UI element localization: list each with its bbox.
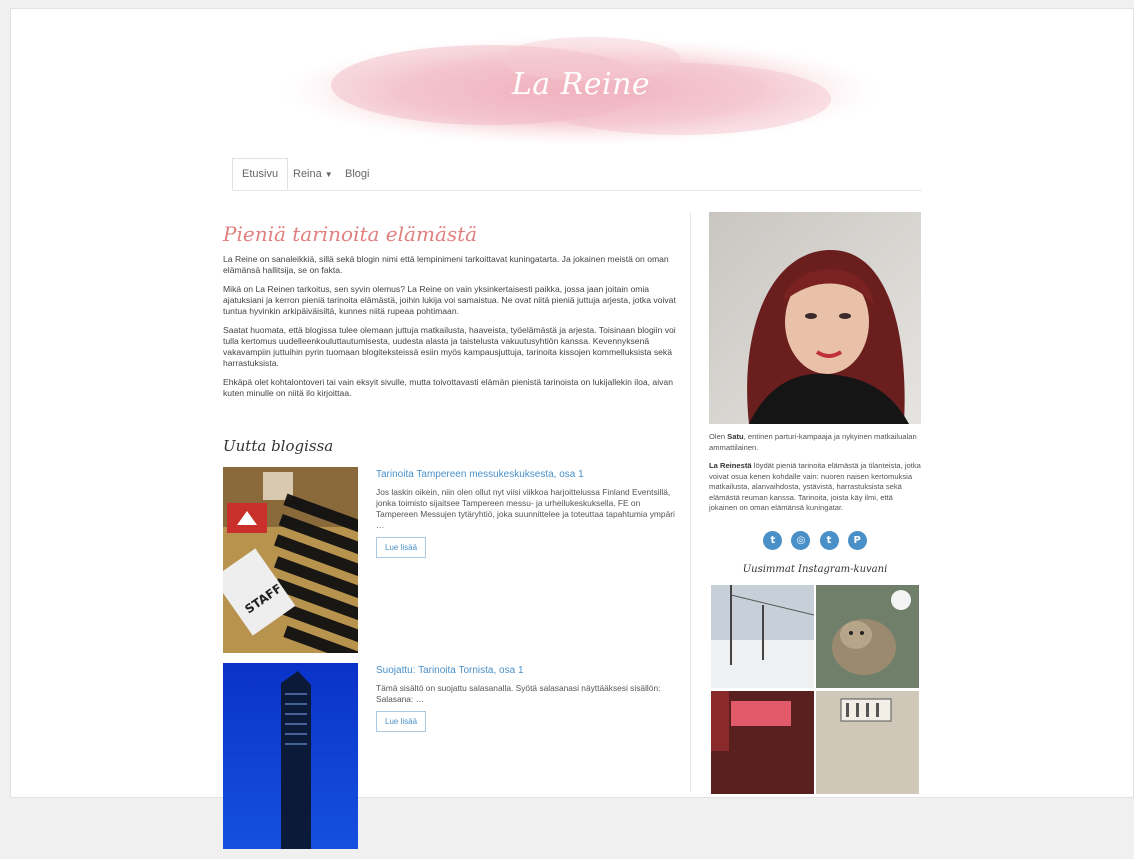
nav-item-label: Etusivu [242, 168, 279, 180]
post-thumbnail[interactable] [223, 663, 358, 849]
read-more-button[interactable]: Lue lisää [376, 537, 427, 558]
intro-paragraph: Ehkäpä olet kohtalontoveri tai vain eksy… [223, 377, 673, 398]
intro-paragraph: Mikä on La Reinen tarkoitus, sen syvin o… [223, 284, 676, 316]
caret-down-icon: ▼ [324, 170, 333, 179]
tumblr-icon[interactable]: t [819, 530, 839, 550]
blog-post-card: Suojattu: Tarinoita Tornista, osa 1 Tämä… [223, 663, 683, 859]
site-title[interactable]: La Reine [261, 67, 901, 102]
instagram-photo[interactable] [711, 584, 814, 688]
nav-item-label: Blogi [345, 168, 370, 180]
main-content: Pieniä tarinoita elämästä La Reine on sa… [223, 214, 683, 859]
bio-description: La Reinestä löydät pieniä tarinoita eläm… [709, 461, 921, 512]
instagram-photo[interactable] [816, 584, 919, 688]
nav-item-etusivu[interactable]: Etusivu [232, 158, 289, 190]
twitter-icon[interactable]: t [763, 530, 783, 550]
sidebar: Olen Satu, entinen parturi-kampaaja ja n… [709, 212, 921, 794]
pinterest-icon[interactable]: P [847, 530, 867, 550]
intro-paragraph: La Reine on sanaleikkiä, sillä sekä blog… [223, 254, 669, 275]
bio-intro: Olen Satu, entinen parturi-kampaaja ja n… [709, 432, 917, 452]
nav-item-reina[interactable]: Reina ▼ [293, 158, 333, 190]
post-title-link[interactable]: Tarinoita Tampereen messukeskuksesta, os… [376, 469, 676, 480]
instagram-photo[interactable] [816, 690, 919, 794]
instagram-icon[interactable]: ◎ [791, 530, 811, 550]
post-excerpt: Tämä sisältö on suojattu salasanalla. Sy… [376, 683, 661, 704]
column-divider [690, 212, 691, 792]
nav-item-blogi[interactable]: Blogi [345, 158, 369, 190]
page-title: Pieniä tarinoita elämästä [223, 222, 478, 246]
post-title-link[interactable]: Suojattu: Tarinoita Tornista, osa 1 [376, 665, 676, 676]
instagram-photo[interactable] [711, 690, 814, 794]
page: La Reine Etusivu Reina ▼ Blogi Pieniä tar… [10, 8, 1134, 849]
main-nav: Etusivu Reina ▼ Blogi [232, 158, 922, 191]
section-title: Uutta blogissa [223, 437, 334, 455]
social-links: t ◎ t P [709, 528, 921, 550]
blog-post-card: STAFF Tarinoita Tampereen messukeskukses… [223, 467, 683, 663]
instagram-widget-title: Uusimmat Instagram-kuvani [742, 563, 888, 575]
nav-item-label: Reina [293, 168, 322, 180]
post-thumbnail[interactable]: STAFF [223, 467, 358, 653]
profile-photo [709, 212, 921, 424]
post-excerpt: Jos laskin oikein, niin olen ollut nyt v… [376, 487, 675, 530]
post-body: Tarinoita Tampereen messukeskuksesta, os… [376, 467, 676, 558]
intro-paragraph: Saatat huomata, että blogissa tulee olem… [223, 325, 676, 368]
site-header: La Reine [261, 19, 901, 159]
post-body: Suojattu: Tarinoita Tornista, osa 1 Tämä… [376, 663, 676, 732]
read-more-button[interactable]: Lue lisää [376, 711, 427, 732]
